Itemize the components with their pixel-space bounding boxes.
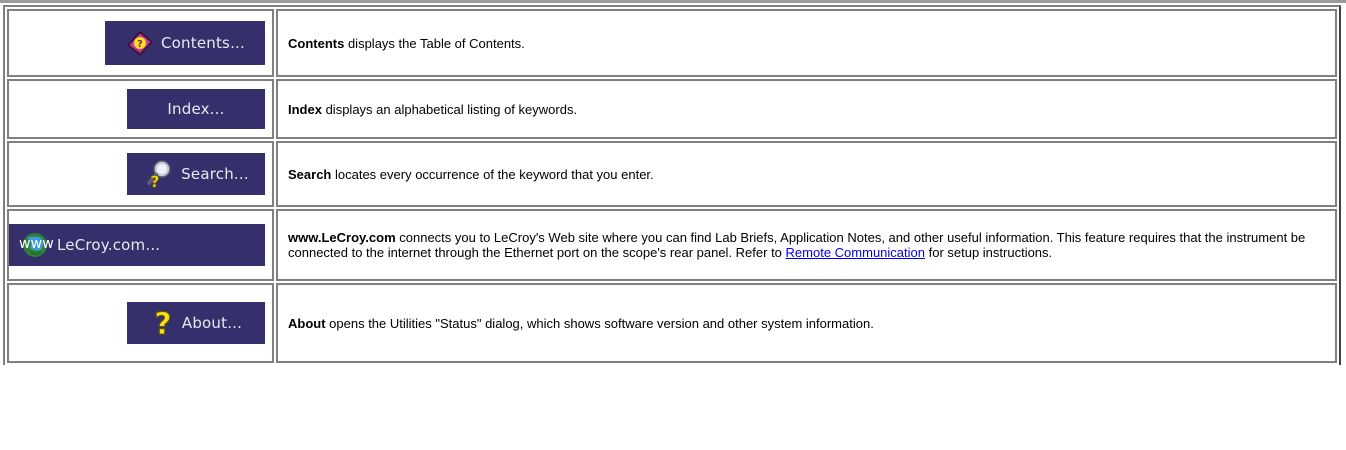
contents-button-label: Contents... [161, 34, 245, 52]
keyword: www.LeCroy.com [288, 230, 396, 245]
about-button-label: About... [181, 314, 243, 332]
keyword: Contents [288, 35, 345, 51]
svg-text:?: ? [137, 39, 143, 50]
about-button[interactable]: ? About... [127, 302, 265, 344]
description-text: displays an alphabetical listing of keyw… [321, 101, 578, 117]
search-button-label: Search... [181, 165, 249, 183]
remote-communication-link[interactable]: Remote Communication [786, 245, 925, 260]
table-row: www LeCroy.com... www.LeCroy.com connect… [7, 209, 1337, 281]
lecroy-website-button-label: LeCroy.com... [57, 236, 161, 254]
search-button[interactable]: ? Search... [127, 153, 265, 195]
keyword: About [288, 315, 326, 331]
www-text: www [19, 236, 54, 252]
button-cell: www LeCroy.com... [7, 209, 274, 281]
keyword: Index [288, 101, 322, 117]
description-cell: www.LeCroy.com connects you to LeCroy's … [276, 209, 1337, 281]
button-cell: ? About... [7, 283, 274, 363]
search-key-icon: ? [143, 158, 175, 190]
button-cell: ? Contents... [7, 9, 274, 77]
description-cell: About opens the Utilities "Status" dialo… [276, 283, 1337, 363]
description-text-after: for setup instructions. [924, 245, 1053, 260]
lecroy-website-button[interactable]: www LeCroy.com... [9, 224, 265, 266]
description-text: displays the Table of Contents. [344, 35, 525, 51]
description-text: opens the Utilities "Status" dialog, whi… [325, 315, 874, 331]
table-row: ? Contents... Contents displays the Tabl… [7, 9, 1337, 77]
description-cell: Contents displays the Table of Contents. [276, 9, 1337, 77]
question-mark-icon: ? [150, 307, 176, 339]
table-row: ? Search... Search locates every occurre… [7, 141, 1337, 207]
description-cell: Index displays an alphabetical listing o… [276, 79, 1337, 139]
top-divider [0, 0, 1346, 3]
table-row: ? About... About opens the Utilities "St… [7, 283, 1337, 363]
book-help-icon: ? [125, 28, 155, 58]
svg-text:?: ? [154, 307, 172, 339]
table-row: Index... Index displays an alphabetical … [7, 79, 1337, 139]
index-button-label: Index... [167, 100, 225, 118]
button-cell: Index... [7, 79, 274, 139]
button-cell: ? Search... [7, 141, 274, 207]
description-text: locates every occurrence of the keyword … [331, 166, 654, 182]
www-globe-icon: www [17, 230, 54, 260]
contents-button[interactable]: ? Contents... [105, 21, 265, 65]
index-button[interactable]: Index... [127, 89, 265, 129]
svg-text:?: ? [150, 172, 159, 190]
keyword: Search [288, 166, 332, 182]
help-buttons-table: ? Contents... Contents displays the Tabl… [3, 5, 1341, 365]
description-cell: Search locates every occurrence of the k… [276, 141, 1337, 207]
